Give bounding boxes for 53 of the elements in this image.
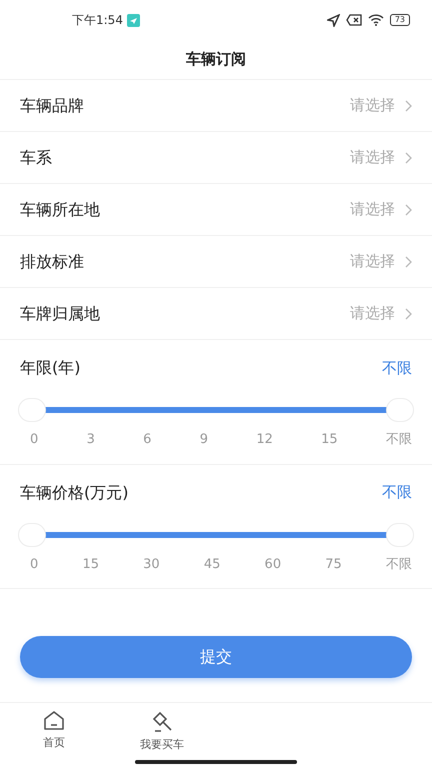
slider-label: 年限(年) (20, 357, 80, 379)
tick-label: 3 (86, 431, 95, 449)
tick-label: 75 (325, 556, 342, 574)
select-row[interactable]: 车辆品牌 请选择 (0, 80, 432, 132)
tick-label: 15 (82, 556, 99, 574)
row-placeholder: 请选择 (350, 199, 395, 220)
row-label: 车辆品牌 (20, 94, 84, 116)
slider-thumb[interactable] (18, 522, 46, 546)
chevron-right-icon (405, 152, 412, 164)
tab-item[interactable]: 我要买车 (108, 703, 216, 768)
row-label: 车辆所在地 (20, 198, 100, 220)
row-placeholder: 请选择 (350, 147, 395, 168)
page-title: 车辆订阅 (186, 49, 246, 70)
hammer-icon (150, 711, 174, 733)
tick-label: 0 (30, 556, 38, 574)
status-time: 下午1:54 (72, 12, 123, 29)
tick-label: 6 (143, 431, 152, 449)
tick-label: 不限 (386, 556, 412, 574)
no-sim-icon (346, 14, 362, 26)
row-placeholder: 请选择 (350, 95, 395, 116)
tick-label: 不限 (386, 431, 412, 449)
home-icon (43, 711, 65, 731)
chevron-right-icon (405, 204, 412, 216)
battery-indicator: 73 (390, 14, 410, 26)
select-row[interactable]: 车系 请选择 (0, 132, 432, 184)
chevron-right-icon (405, 256, 412, 268)
wifi-icon (368, 14, 384, 26)
tick-label: 9 (200, 431, 208, 449)
tick-label: 60 (264, 556, 282, 574)
app-notification-icon (126, 14, 140, 26)
row-placeholder: 请选择 (350, 303, 395, 324)
tick-label: 45 (204, 556, 220, 574)
slider-thumb[interactable] (18, 398, 46, 422)
slider-label: 车辆价格(万元) (20, 482, 128, 504)
row-label: 车牌归属地 (20, 302, 100, 324)
select-row[interactable]: 车牌归属地 请选择 (0, 288, 432, 340)
chevron-right-icon (405, 100, 412, 112)
location-icon (326, 14, 340, 26)
chevron-right-icon (405, 308, 412, 320)
tab-item[interactable]: 首页 (0, 703, 108, 768)
slider-value: 不限 (382, 482, 412, 504)
tick-label: 30 (143, 556, 160, 574)
tick-label: 15 (321, 431, 338, 449)
select-row[interactable]: 车辆所在地 请选择 (0, 184, 432, 236)
slider-value: 不限 (382, 358, 412, 379)
tick-label: 12 (256, 431, 273, 449)
row-label: 排放标准 (20, 250, 84, 272)
slider-thumb[interactable] (386, 522, 414, 546)
row-label: 车系 (20, 146, 52, 168)
row-placeholder: 请选择 (350, 251, 395, 272)
slider-thumb[interactable] (386, 398, 414, 422)
select-row[interactable]: 排放标准 请选择 (0, 236, 432, 288)
tick-label: 0 (30, 431, 38, 449)
